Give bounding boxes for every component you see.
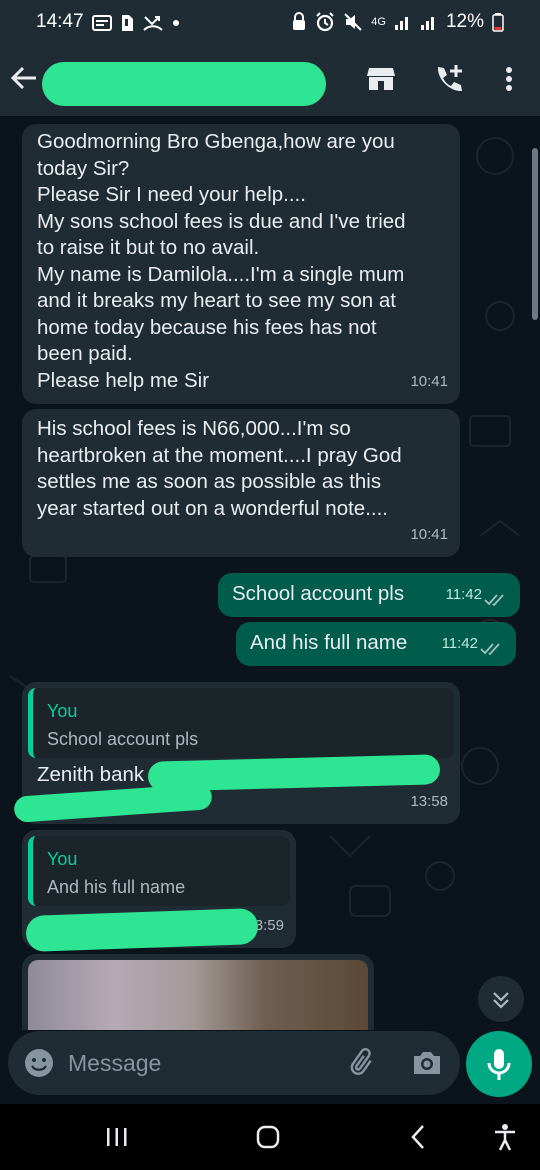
dot-icon <box>173 20 179 26</box>
status-time: 14:47 <box>36 11 84 32</box>
message-time: 11:42 <box>445 585 482 603</box>
back-nav-icon[interactable] <box>404 1122 434 1152</box>
gallery-notification-icon <box>92 15 112 31</box>
emoji-icon[interactable] <box>22 1046 56 1080</box>
mute-icon <box>344 13 362 31</box>
quoted-message[interactable]: You School account pls <box>28 688 454 758</box>
message-outgoing[interactable]: And his full name 11:42 <box>236 622 516 666</box>
missed-call-icon <box>143 16 163 31</box>
message-incoming[interactable]: Goodmorning Bro Gbenga,how are you today… <box>22 124 460 404</box>
blurred-photo[interactable] <box>28 960 368 1030</box>
message-text: School account pls <box>232 582 405 605</box>
message-time: 10:41 <box>410 372 448 390</box>
message-placeholder[interactable]: Message <box>68 1050 161 1077</box>
camera-icon[interactable] <box>410 1046 444 1080</box>
alarm-icon <box>316 12 334 32</box>
message-time: 10:41 <box>410 525 448 543</box>
chat-scrollbar[interactable] <box>532 148 538 320</box>
image-message[interactable] <box>22 954 374 1030</box>
quoted-author: You <box>47 849 78 869</box>
signal-icon-2 <box>420 17 434 30</box>
status-system-icons: 4G 12% <box>291 11 504 33</box>
scroll-to-bottom-button[interactable] <box>478 976 524 1022</box>
message-time: 11:42 <box>441 634 478 652</box>
lock-icon <box>293 12 306 30</box>
quoted-text: And his full name <box>47 877 186 897</box>
message-text: His school fees is N66,000...I'm so hear… <box>37 417 402 520</box>
add-call-icon[interactable] <box>432 62 466 96</box>
quoted-message[interactable]: You And his full name <box>28 836 290 906</box>
message-text: And his full name <box>250 631 408 654</box>
read-ticks-icon <box>480 643 500 656</box>
message-incoming[interactable]: His school fees is N66,000...I'm so hear… <box>22 409 460 557</box>
read-ticks-icon <box>484 594 504 607</box>
network-type: 4G <box>371 16 386 28</box>
message-input[interactable]: Message <box>8 1031 460 1095</box>
quoted-author: You <box>47 701 78 721</box>
battery-percent: 12% <box>445 11 484 32</box>
accessibility-icon[interactable] <box>490 1122 520 1152</box>
mic-icon <box>487 1049 511 1080</box>
signal-icon <box>394 17 408 30</box>
message-time: 13:58 <box>410 792 448 810</box>
message-outgoing[interactable]: School account pls 11:42 <box>218 573 520 617</box>
more-vert-icon[interactable] <box>492 62 526 96</box>
contact-name-redaction[interactable] <box>42 62 326 106</box>
back-arrow-icon[interactable] <box>8 62 40 94</box>
quoted-text: School account pls <box>47 729 199 749</box>
message-text: Goodmorning Bro Gbenga,how are you today… <box>37 130 406 392</box>
message-text: Zenith bank <box>37 763 145 786</box>
home-icon[interactable] <box>253 1122 283 1152</box>
voice-record-button[interactable] <box>466 1031 532 1097</box>
status-bar: 14:47 4G 12% <box>0 0 540 44</box>
attach-icon[interactable] <box>346 1046 380 1080</box>
sim-notification-icon <box>122 15 133 31</box>
store-icon[interactable] <box>364 62 398 96</box>
message-time: 3:59 <box>254 916 284 934</box>
battery-icon <box>492 13 504 32</box>
system-navigation-bar <box>0 1104 540 1170</box>
recent-apps-icon[interactable] <box>102 1122 132 1152</box>
chevron-double-down-icon <box>493 992 509 1009</box>
status-notification-icons <box>92 14 180 32</box>
chat-header <box>0 44 540 116</box>
